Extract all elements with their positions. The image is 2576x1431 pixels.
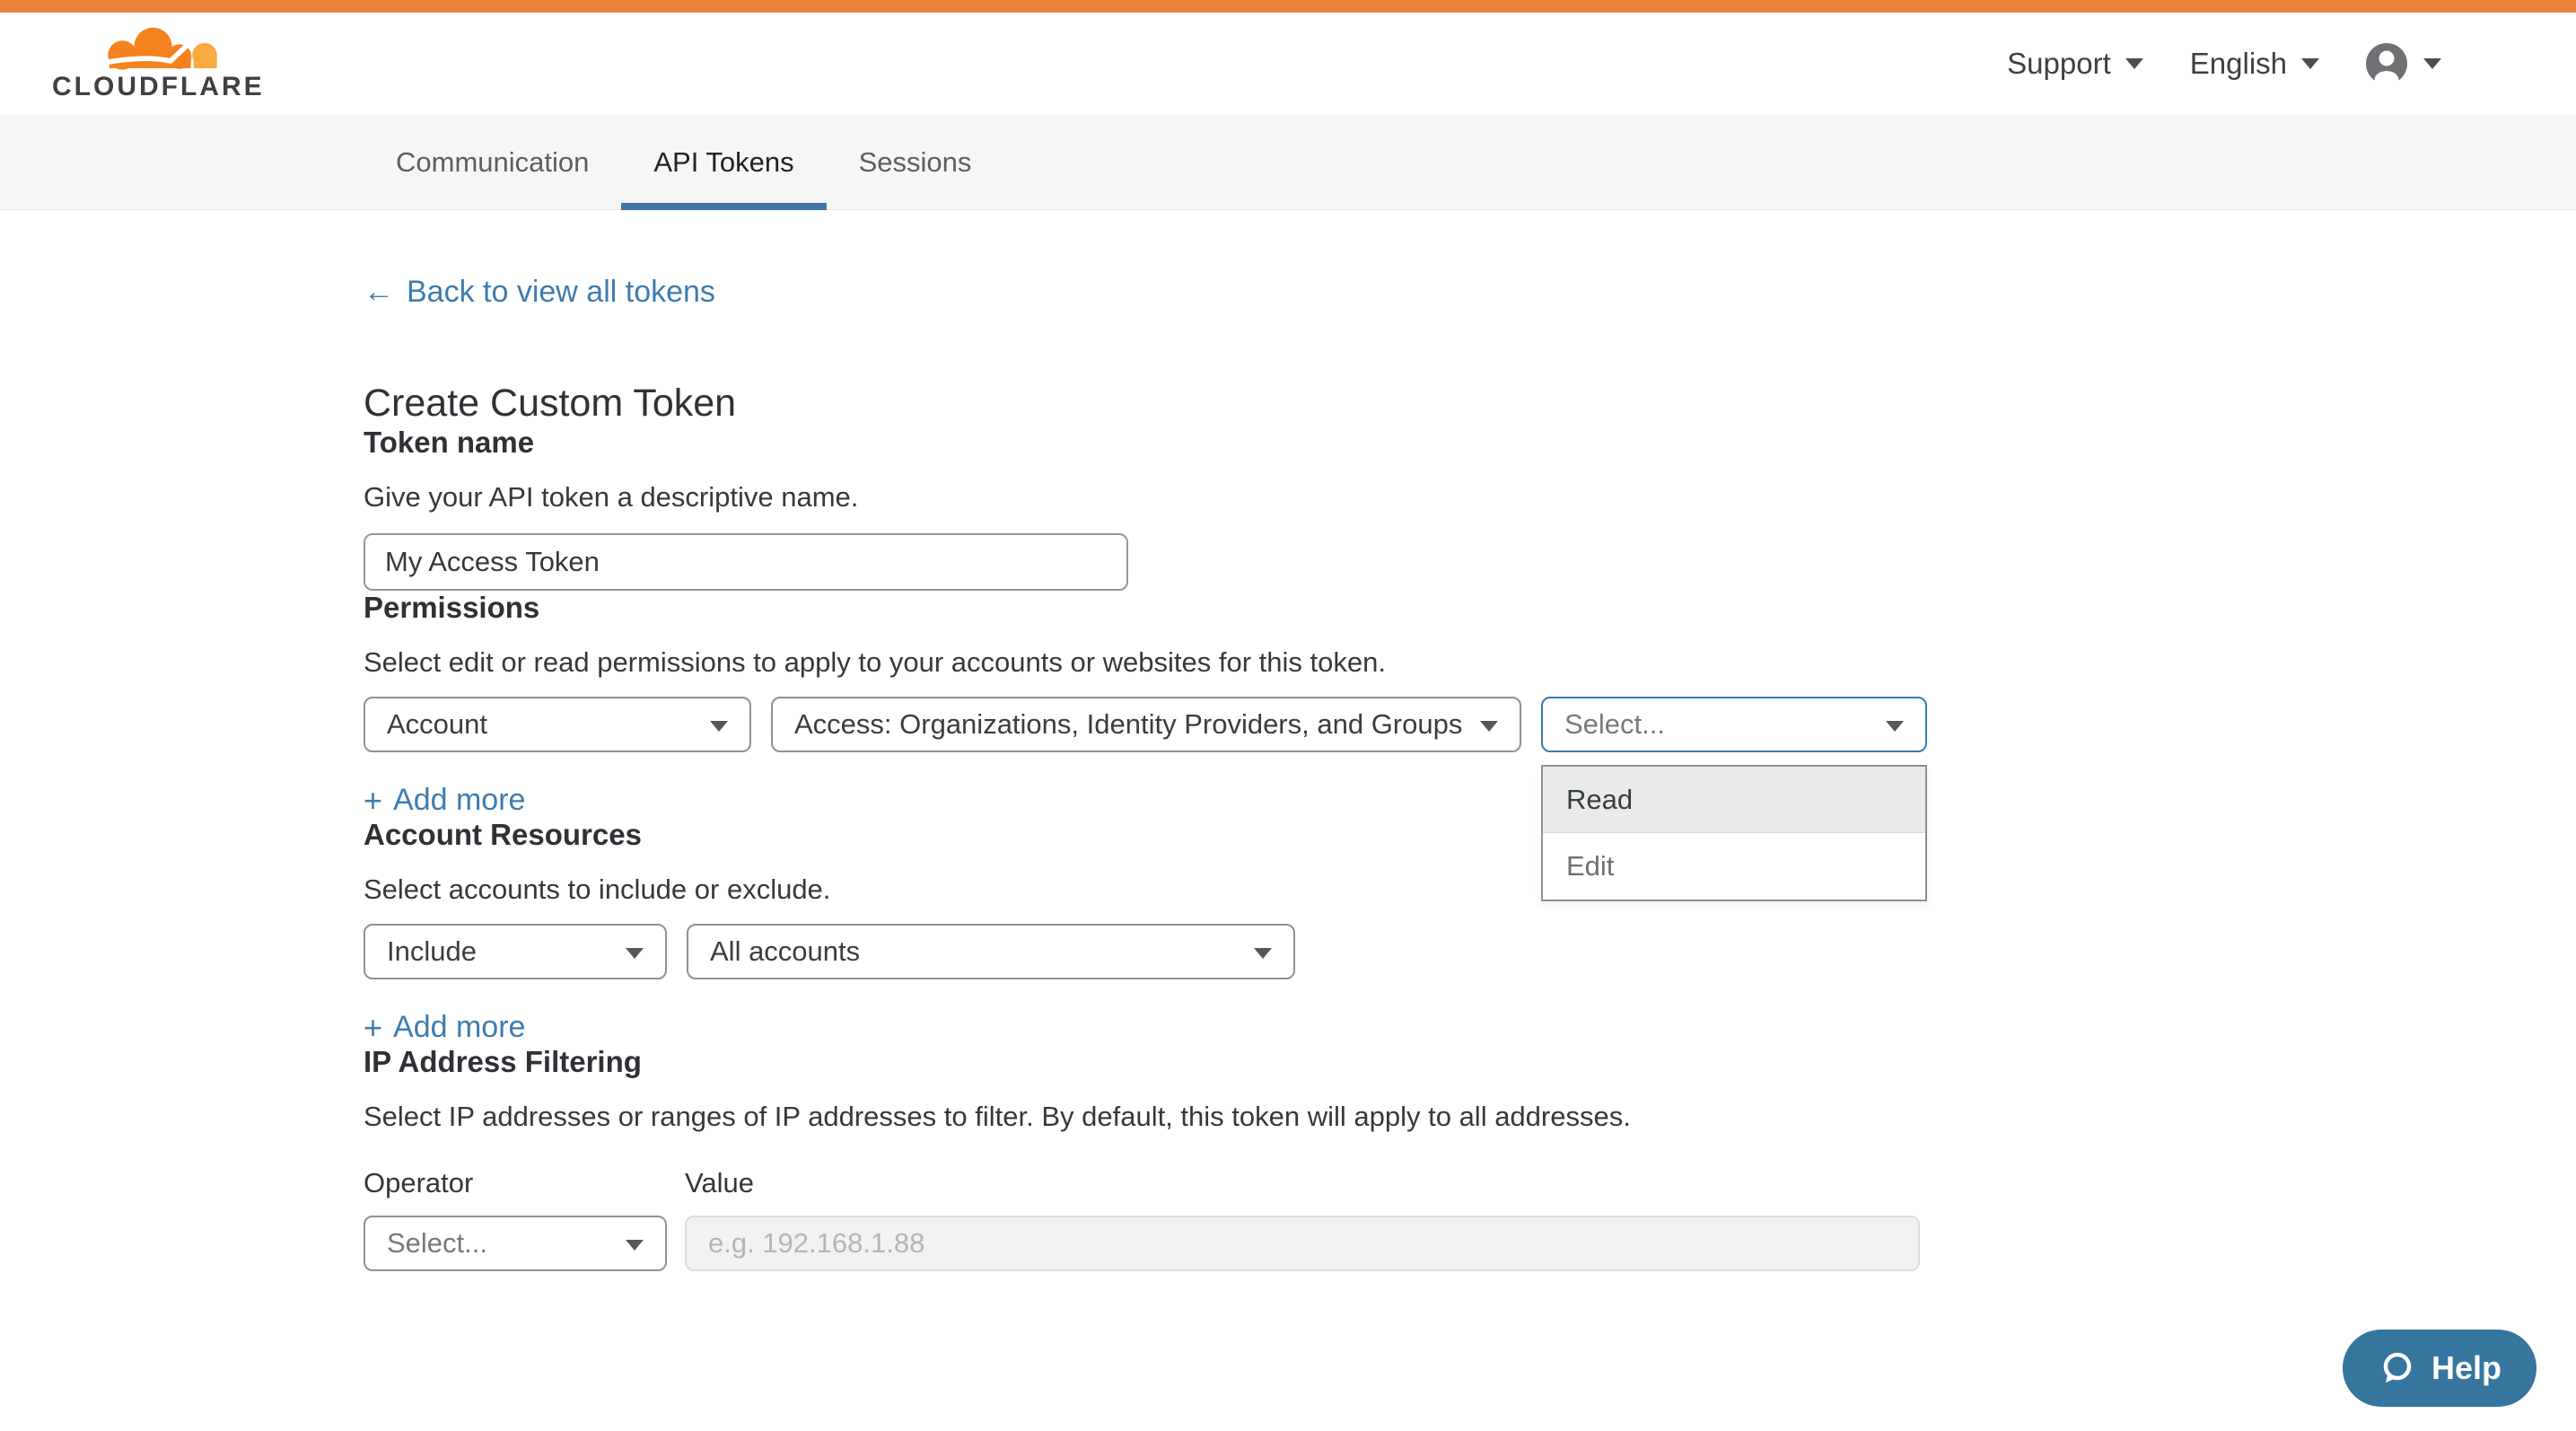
account-resources-row: Include All accounts [364, 924, 2212, 979]
chevron-down-icon [710, 721, 728, 732]
ip-filtering-row: Select... [364, 1216, 2212, 1271]
permission-scope-value: Account [387, 708, 487, 741]
permissions-heading: Permissions [364, 591, 2212, 625]
account-list-select[interactable]: All accounts [687, 924, 1295, 979]
plus-icon: + [364, 785, 382, 817]
account-list-value: All accounts [710, 935, 860, 968]
permissions-add-more-label: Add more [393, 783, 525, 818]
chevron-down-icon [1480, 721, 1498, 732]
tab-communication[interactable]: Communication [364, 115, 621, 209]
main-content: ← Back to view all tokens Create Custom … [364, 210, 2212, 1271]
language-menu[interactable]: English [2190, 47, 2319, 81]
permission-level-select[interactable]: Select... [1541, 697, 1927, 752]
permissions-row: Account Access: Organizations, Identity … [364, 697, 2212, 752]
help-button[interactable]: Help [2343, 1330, 2537, 1407]
cloudflare-logo[interactable]: CLOUDFLARE [52, 27, 241, 101]
help-button-label: Help [2431, 1349, 2502, 1387]
chevron-down-icon [626, 948, 644, 959]
value-label: Value [685, 1167, 754, 1199]
permission-level-wrap: Select... Read Edit [1541, 697, 1927, 752]
dropdown-option-edit-label: Edit [1566, 850, 1614, 882]
account-resources-add-more-link[interactable]: + Add more [364, 1010, 525, 1045]
permissions-add-more-link[interactable]: + Add more [364, 783, 525, 818]
ip-operator-select[interactable]: Select... [364, 1216, 667, 1271]
tab-sessions-label: Sessions [859, 146, 972, 179]
chevron-down-icon [626, 1240, 644, 1251]
permission-group-value: Access: Organizations, Identity Provider… [794, 708, 1462, 741]
back-to-tokens-link[interactable]: ← Back to view all tokens [364, 275, 715, 310]
ip-filtering-labels: Operator Value [364, 1167, 2212, 1199]
account-resources-add-more-label: Add more [393, 1010, 525, 1045]
chevron-down-icon [2125, 58, 2143, 69]
tab-api-tokens-label: API Tokens [653, 146, 793, 179]
header-nav: Support English [2007, 43, 2441, 84]
chevron-down-icon [2301, 58, 2319, 69]
permission-level-value: Select... [1564, 708, 1665, 741]
token-name-input[interactable] [364, 533, 1128, 591]
account-resources-heading: Account Resources [364, 818, 2212, 852]
language-menu-label: English [2190, 47, 2287, 81]
token-name-heading: Token name [364, 426, 2212, 460]
chevron-down-icon [2423, 58, 2441, 69]
back-link-label: Back to view all tokens [407, 275, 715, 310]
ip-operator-value: Select... [387, 1227, 487, 1260]
ip-value-input[interactable] [685, 1216, 1920, 1271]
support-menu[interactable]: Support [2007, 47, 2143, 81]
permission-level-dropdown: Read Edit [1541, 765, 1927, 901]
profile-tab-bar: Communication API Tokens Sessions [0, 115, 2576, 210]
support-menu-label: Support [2007, 47, 2111, 81]
brand-top-bar [0, 0, 2576, 13]
dropdown-option-read[interactable]: Read [1543, 767, 1925, 833]
ip-filtering-heading: IP Address Filtering [364, 1045, 2212, 1079]
token-name-description: Give your API token a descriptive name. [364, 481, 2212, 514]
account-menu[interactable] [2366, 43, 2441, 84]
user-avatar-icon [2366, 43, 2407, 84]
permission-group-select[interactable]: Access: Organizations, Identity Provider… [771, 697, 1521, 752]
operator-label: Operator [364, 1167, 685, 1199]
plus-icon: + [364, 1012, 382, 1044]
chat-bubble-icon [2378, 1349, 2415, 1387]
tab-communication-label: Communication [396, 146, 589, 179]
account-mode-select[interactable]: Include [364, 924, 667, 979]
cloudflare-cloud-icon [86, 27, 239, 72]
dropdown-option-edit[interactable]: Edit [1543, 833, 1925, 900]
tab-api-tokens[interactable]: API Tokens [621, 115, 826, 209]
chevron-down-icon [1886, 721, 1904, 732]
permission-scope-select[interactable]: Account [364, 697, 751, 752]
ip-filtering-description: Select IP addresses or ranges of IP addr… [364, 1101, 2212, 1133]
permissions-description: Select edit or read permissions to apply… [364, 646, 2212, 679]
tab-sessions[interactable]: Sessions [827, 115, 1004, 209]
app-header: CLOUDFLARE Support English [0, 13, 2576, 115]
back-arrow-icon: ← [364, 275, 394, 310]
cloudflare-logo-text: CLOUDFLARE [52, 74, 241, 101]
dropdown-option-read-label: Read [1566, 784, 1633, 816]
chevron-down-icon [1254, 948, 1272, 959]
page-title: Create Custom Token [364, 382, 2212, 426]
account-resources-description: Select accounts to include or exclude. [364, 874, 2212, 906]
account-mode-value: Include [387, 935, 477, 968]
